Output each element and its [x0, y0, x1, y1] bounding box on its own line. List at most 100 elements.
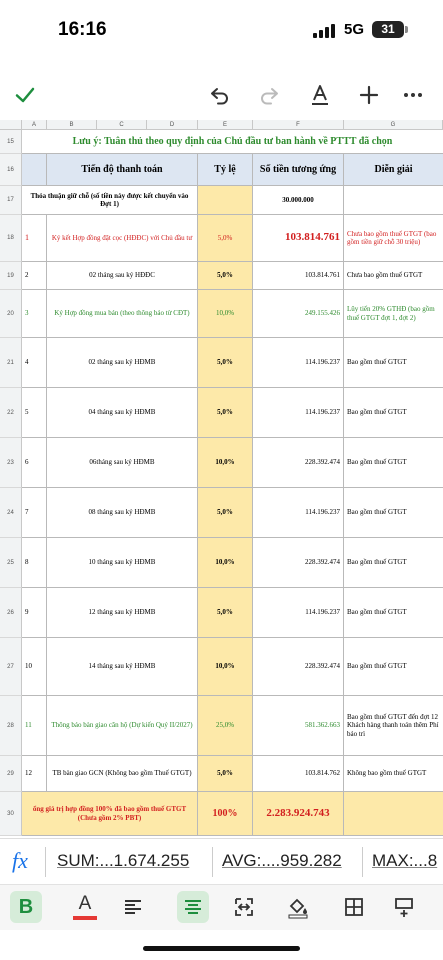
installment-no[interactable]: 1 — [22, 215, 47, 262]
column-header-f[interactable]: F — [253, 120, 344, 130]
installment-note[interactable]: Lũy tiến 20% GTHĐ (bao gồm thuế GTGT đợt… — [344, 290, 443, 338]
installment-no[interactable]: 9 — [22, 588, 47, 638]
total-label[interactable]: ổng giá trị hợp đồng 100% đã bao gồm thu… — [22, 792, 198, 836]
row-number[interactable]: 16 — [0, 154, 22, 186]
installment-amount[interactable]: 228.392.474 — [253, 438, 344, 488]
installment-amount[interactable]: 114.196.237 — [253, 488, 344, 538]
installment-label[interactable]: Thông báo bàn giao căn hộ (Dự kiến Quý I… — [47, 696, 198, 756]
installment-label[interactable]: Ký Hợp đồng mua bán (theo thông báo từ C… — [47, 290, 198, 338]
deposit-ratio[interactable] — [198, 186, 253, 215]
installment-ratio[interactable]: 25,0% — [198, 696, 253, 756]
fill-color-icon[interactable] — [282, 891, 314, 923]
header-no-cell[interactable] — [22, 154, 47, 186]
deposit-note[interactable] — [344, 186, 443, 215]
deposit-amount[interactable]: 30.000.000 — [253, 186, 344, 215]
installment-label[interactable]: Ký kết Hợp đồng đặt cọc (HĐĐC) với Chủ đ… — [47, 215, 198, 262]
installment-no[interactable]: 12 — [22, 756, 47, 792]
installment-ratio[interactable]: 5,0% — [198, 588, 253, 638]
sum-stat[interactable]: SUM:...1.674.255 — [57, 851, 189, 871]
column-header-g[interactable]: G — [344, 120, 443, 130]
installment-no[interactable]: 3 — [22, 290, 47, 338]
check-icon[interactable] — [8, 78, 42, 112]
row-number[interactable]: 17 — [0, 186, 22, 215]
bold-button[interactable]: B — [10, 891, 42, 923]
row-number[interactable]: 25 — [0, 538, 22, 588]
installment-amount[interactable]: 103.814.761 — [253, 262, 344, 290]
total-note[interactable] — [344, 792, 443, 836]
installment-label[interactable]: TB bàn giao GCN (Không bao gồm Thuế GTGT… — [47, 756, 198, 792]
row-number[interactable]: 26 — [0, 588, 22, 638]
row-number[interactable]: 15 — [0, 130, 22, 154]
spreadsheet-grid[interactable]: A B C D E F G 15 16 17 18 19 20 21 22 23… — [0, 120, 443, 836]
merge-cells-icon[interactable] — [228, 891, 260, 923]
more-icon[interactable] — [396, 78, 430, 112]
total-ratio[interactable]: 100% — [198, 792, 253, 836]
header-amount[interactable]: Số tiền tương ứng — [253, 154, 344, 186]
installment-no[interactable]: 11 — [22, 696, 47, 756]
installment-label[interactable]: 04 tháng sau ký HĐMB — [47, 388, 198, 438]
text-format-icon[interactable] — [303, 78, 337, 112]
installment-ratio[interactable]: 10,0% — [198, 638, 253, 696]
max-stat[interactable]: MAX:...8 — [372, 851, 437, 871]
installment-no[interactable]: 2 — [22, 262, 47, 290]
borders-icon[interactable] — [338, 891, 370, 923]
installment-label[interactable]: 02 tháng sau ký HĐĐC — [47, 262, 198, 290]
installment-amount[interactable]: 228.392.474 — [253, 538, 344, 588]
installment-ratio[interactable]: 5,0% — [198, 388, 253, 438]
home-indicator[interactable] — [143, 946, 300, 951]
align-left-icon[interactable] — [117, 891, 149, 923]
installment-amount[interactable]: 103.814.761 — [253, 215, 344, 262]
installment-ratio[interactable]: 10,0% — [198, 438, 253, 488]
row-number[interactable]: 27 — [0, 638, 22, 696]
installment-label[interactable]: 14 tháng sau ký HĐMB — [47, 638, 198, 696]
installment-note[interactable]: Bao gồm thuế GTGT — [344, 438, 443, 488]
row-number[interactable]: 22 — [0, 388, 22, 438]
undo-icon[interactable] — [203, 78, 237, 112]
installment-note[interactable]: Bao gồm thuế GTGT — [344, 388, 443, 438]
installment-note[interactable]: Chưa bao gồm thuế GTGT (bao gồm tiền giữ… — [344, 215, 443, 262]
column-header-e[interactable]: E — [198, 120, 253, 130]
installment-no[interactable]: 5 — [22, 388, 47, 438]
installment-amount[interactable]: 103.814.762 — [253, 756, 344, 792]
total-amount[interactable]: 2.283.924.743 — [253, 792, 344, 836]
insert-row-icon[interactable] — [388, 891, 420, 923]
installment-note[interactable]: Bao gồm thuế GTGT — [344, 588, 443, 638]
installment-label[interactable]: 08 tháng sau ký HĐMB — [47, 488, 198, 538]
row-number[interactable]: 19 — [0, 262, 22, 290]
installment-label[interactable]: 10 tháng sau ký HĐMB — [47, 538, 198, 588]
column-header-c[interactable]: C — [97, 120, 147, 130]
header-ratio[interactable]: Tỷ lệ — [198, 154, 253, 186]
installment-no[interactable]: 7 — [22, 488, 47, 538]
note-banner[interactable]: Lưu ý: Tuân thủ theo quy định của Chủ đầ… — [22, 130, 443, 154]
installment-ratio[interactable]: 10,0% — [198, 290, 253, 338]
text-color-button[interactable]: A — [69, 891, 101, 923]
installment-no[interactable]: 6 — [22, 438, 47, 488]
avg-stat[interactable]: AVG:....959.282 — [222, 851, 342, 871]
header-progress[interactable]: Tiến độ thanh toán — [47, 154, 198, 186]
installment-note[interactable]: Chưa bao gồm thuế GTGT — [344, 262, 443, 290]
fx-icon[interactable]: fx — [12, 848, 28, 874]
installment-label[interactable]: 12 tháng sau ký HĐMB — [47, 588, 198, 638]
installment-note[interactable]: Bao gồm thuế GTGT — [344, 638, 443, 696]
installment-ratio[interactable]: 5,0% — [198, 756, 253, 792]
row-number[interactable]: 30 — [0, 792, 22, 836]
column-header-d[interactable]: D — [147, 120, 198, 130]
header-explanation[interactable]: Diễn giải — [344, 154, 443, 186]
deposit-label[interactable]: Thỏa thuận giữ chỗ (số tiền này được kết… — [22, 186, 198, 215]
installment-note[interactable]: Bao gồm thuế GTGT — [344, 538, 443, 588]
installment-ratio[interactable]: 5,0% — [198, 488, 253, 538]
installment-amount[interactable]: 249.155.426 — [253, 290, 344, 338]
installment-amount[interactable]: 114.196.237 — [253, 338, 344, 388]
row-number[interactable]: 18 — [0, 215, 22, 262]
installment-ratio[interactable]: 5,0% — [198, 262, 253, 290]
align-center-icon[interactable] — [177, 891, 209, 923]
installment-amount[interactable]: 114.196.237 — [253, 588, 344, 638]
corner-cell[interactable] — [0, 120, 22, 130]
installment-note[interactable]: Bao gồm thuế GTGT — [344, 338, 443, 388]
installment-label[interactable]: 02 tháng sau ký HĐMB — [47, 338, 198, 388]
installment-note[interactable]: Bao gồm thuế GTGT — [344, 488, 443, 538]
row-number[interactable]: 20 — [0, 290, 22, 338]
installment-label[interactable]: 06tháng sau ký HĐMB — [47, 438, 198, 488]
installment-note[interactable]: Không bao gồm thuế GTGT — [344, 756, 443, 792]
plus-icon[interactable] — [352, 78, 386, 112]
